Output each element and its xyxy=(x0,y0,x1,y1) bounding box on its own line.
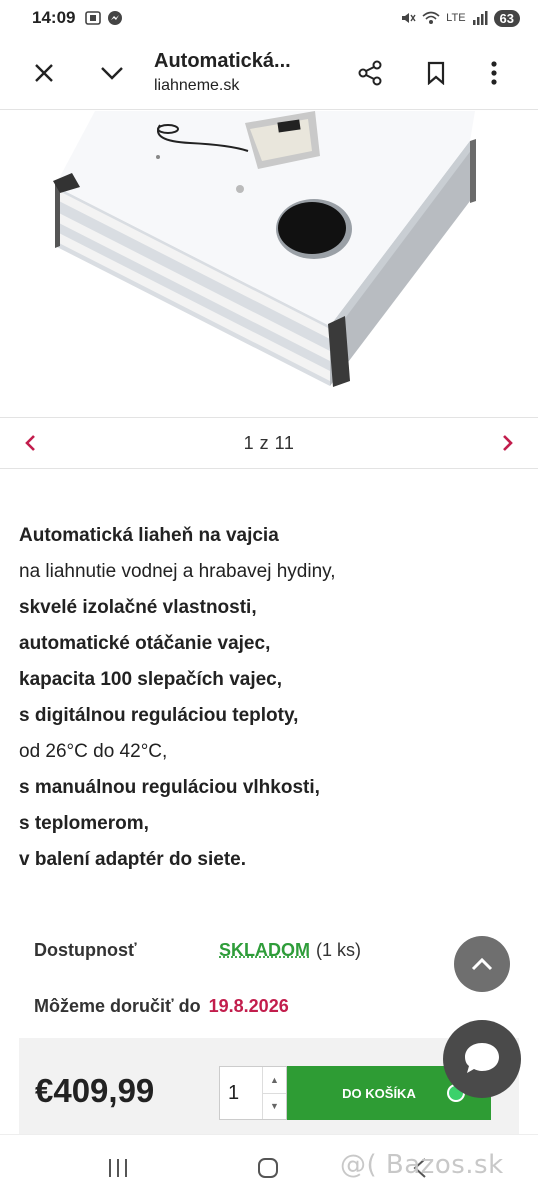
quantity-decrease-button[interactable]: ▼ xyxy=(263,1092,286,1120)
product-image[interactable] xyxy=(0,111,538,417)
add-to-cart-label: DO KOŠÍKA xyxy=(342,1085,416,1101)
battery-indicator: 63 xyxy=(493,9,520,27)
quantity-stepper[interactable]: 1 ▲ ▼ xyxy=(219,1066,287,1120)
collapse-button[interactable] xyxy=(88,49,136,97)
scroll-to-top-button[interactable] xyxy=(454,936,510,992)
description-line: od 26°C do 42°C, xyxy=(19,741,168,762)
product-description: Automatická liaheň na vajcia na liahnuti… xyxy=(19,518,519,878)
quantity-input[interactable]: 1 xyxy=(220,1067,262,1119)
chevron-right-icon xyxy=(503,435,513,451)
description-line: s teplomerom, xyxy=(19,813,149,834)
availability-row: Dostupnosť SKLADOM (1 ks) xyxy=(34,940,514,961)
bookmark-icon xyxy=(427,61,445,85)
description-line: Automatická liaheň na vajcia xyxy=(19,525,279,546)
quantity-increase-button[interactable]: ▲ xyxy=(263,1067,286,1093)
more-options-button[interactable] xyxy=(470,49,518,97)
chevron-left-icon xyxy=(25,435,35,451)
gallery-next-button[interactable] xyxy=(496,431,520,455)
mute-icon xyxy=(402,13,416,23)
page-domain: liahneme.sk xyxy=(154,77,240,94)
more-vertical-icon xyxy=(491,60,497,85)
recent-apps-button[interactable] xyxy=(98,1151,138,1185)
chevron-down-icon xyxy=(101,66,123,80)
availability-label: Dostupnosť xyxy=(34,940,137,960)
gallery-prev-button[interactable] xyxy=(18,431,42,455)
delivery-row: Môžeme doručiť do 19.8.2026 xyxy=(34,996,289,1017)
description-line: skvelé izolačné vlastnosti, xyxy=(19,597,257,618)
delivery-label: Môžeme doručiť do xyxy=(34,996,201,1016)
recent-apps-icon xyxy=(109,1159,127,1177)
bazos-watermark: @( Bazos.sk xyxy=(340,1150,504,1180)
description-line: na liahnutie vodnej a hrabavej hydiny, xyxy=(19,561,336,582)
messenger-icon xyxy=(108,11,123,25)
bookmark-button[interactable] xyxy=(412,49,460,97)
stock-quantity: (1 ks) xyxy=(316,940,361,960)
status-time: 14:09 xyxy=(32,8,76,27)
status-bar: 14:09 LTE 63 xyxy=(0,0,538,36)
page-title: Automatická... xyxy=(154,50,291,72)
description-line: automatické otáčanie vajec, xyxy=(19,633,271,654)
screenshot-icon xyxy=(85,11,102,25)
gallery-navigation: 1 z 11 xyxy=(0,417,538,469)
share-button[interactable] xyxy=(346,49,394,97)
close-button[interactable] xyxy=(20,49,68,97)
network-type-label: LTE xyxy=(446,12,466,24)
chevron-up-icon xyxy=(471,957,493,971)
share-icon xyxy=(358,60,382,85)
incubator-illustration xyxy=(53,111,476,387)
browser-top-bar: Automatická... liahneme.sk xyxy=(0,36,538,110)
description-line: kapacita 100 slepačích vajec, xyxy=(19,669,283,690)
delivery-date: 19.8.2026 xyxy=(208,996,289,1016)
close-icon xyxy=(35,63,53,82)
description-line: v balení adaptér do siete. xyxy=(19,849,247,870)
description-line: s digitálnou reguláciou teploty, xyxy=(19,705,299,726)
chat-button[interactable] xyxy=(443,1020,521,1098)
description-line: s manuálnou reguláciou vlhkosti, xyxy=(19,777,320,798)
stock-status[interactable]: SKLADOM xyxy=(219,940,310,961)
wifi-icon xyxy=(422,11,440,24)
product-price: €409,99 xyxy=(35,1072,155,1109)
home-icon xyxy=(258,1158,278,1178)
chat-bubble-icon xyxy=(465,1043,499,1073)
gallery-counter: 1 z 11 xyxy=(243,432,295,453)
signal-icon xyxy=(472,11,488,25)
page-title-block: Automatická... liahneme.sk xyxy=(154,50,314,95)
home-button[interactable] xyxy=(248,1151,288,1185)
